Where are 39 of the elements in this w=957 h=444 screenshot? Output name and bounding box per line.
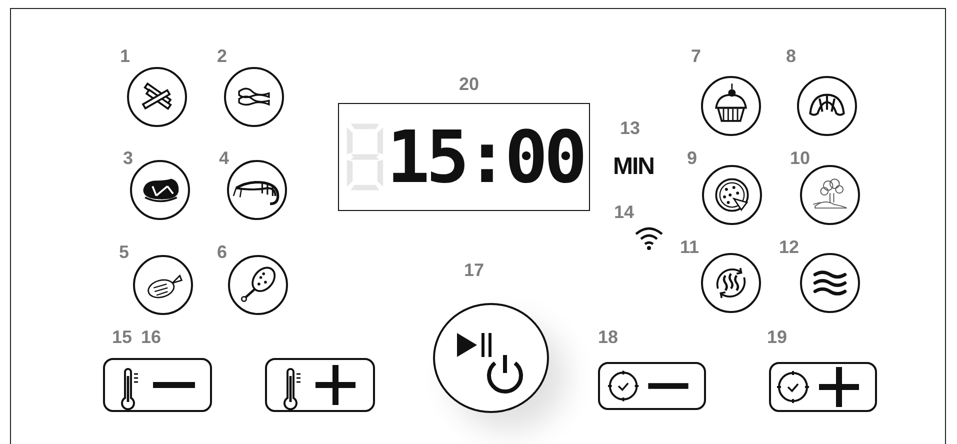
- callout-number: 20: [459, 74, 480, 95]
- play-pause-icon: [457, 332, 492, 358]
- temperature-up-button[interactable]: [265, 358, 375, 412]
- time-down-button[interactable]: [598, 362, 706, 410]
- callout-number: 11: [680, 237, 700, 258]
- drumstick-icon: [240, 266, 276, 302]
- reheat-icon: [716, 267, 746, 299]
- cupcake-icon: [715, 84, 747, 122]
- callout-number: 4: [219, 148, 230, 169]
- wifi-icon: [634, 225, 664, 251]
- callout-number: 10: [790, 148, 810, 169]
- croissant-icon: [809, 94, 845, 116]
- bacon-icon: [238, 88, 270, 106]
- callout-number: 9: [687, 148, 698, 169]
- callout-number: 15 16: [112, 327, 162, 348]
- fries-icon: [142, 82, 172, 110]
- callout-number: 2: [217, 46, 228, 67]
- callout-number: 3: [123, 148, 134, 169]
- fish-icon: [148, 274, 183, 298]
- minutes-indicator: MIN: [613, 153, 654, 181]
- dehydrate-icon: [813, 270, 847, 296]
- callout-number: 8: [786, 46, 796, 67]
- callout-number: 14: [614, 202, 634, 223]
- callout-number: 6: [217, 242, 228, 263]
- power-icon: [487, 355, 523, 394]
- callout-number: 19: [767, 327, 788, 348]
- steak-icon: [143, 178, 179, 202]
- callout-number: 7: [691, 46, 702, 67]
- callout-number: 12: [779, 237, 800, 258]
- callout-number: 1: [120, 46, 130, 67]
- time-up-button[interactable]: [769, 362, 877, 412]
- callout-number: 5: [119, 242, 130, 263]
- pizza-icon: [715, 178, 749, 212]
- callout-number: 18: [598, 327, 618, 348]
- temperature-down-button[interactable]: [103, 358, 212, 412]
- time-readout: 15:00: [386, 121, 584, 193]
- unlit-digit-segments: [344, 122, 385, 192]
- callout-number: 13: [620, 118, 640, 139]
- callout-number: 17: [464, 260, 484, 281]
